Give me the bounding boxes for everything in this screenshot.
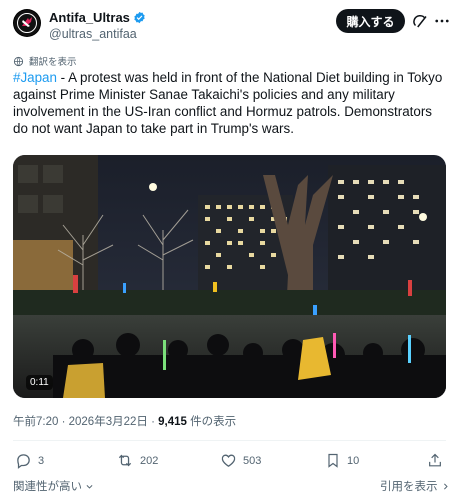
video-player[interactable] [13,155,446,398]
post-body: - A protest was held in front of the Nat… [13,70,443,136]
bookmark-button[interactable]: 10 [325,452,359,469]
repost-icon [118,454,132,467]
hashtag-link[interactable]: #Japan [13,70,57,85]
reply-button[interactable]: 3 [15,452,44,469]
like-count: 503 [243,454,262,467]
repost-button[interactable]: 202 [116,452,158,469]
post-time[interactable]: 午前7:20 [13,416,58,428]
post-text: #Japan - A protest was held in front of … [13,69,449,137]
verified-badge-icon [134,11,145,24]
sort-dropdown[interactable]: 関連性が高い [13,478,94,494]
reply-count: 3 [38,454,45,467]
divider [13,440,446,441]
repost-count: 202 [140,454,159,467]
share-button[interactable] [427,452,443,469]
chevron-right-icon [443,484,448,490]
bookmark-icon [328,453,338,468]
quotes-link[interactable]: 引用を表示 [380,478,450,494]
post-meta: 午前7:20 · 2026年3月22日 · 9,415 件の表示 [13,413,236,429]
bookmark-count: 10 [347,454,360,467]
view-count: 9,415 [158,416,187,428]
meta-separator: · [58,416,69,428]
video-duration: 0:11 [26,375,53,390]
translate-label[interactable]: 翻訳を表示 [29,54,77,68]
reply-icon [17,454,30,469]
sort-label[interactable]: 関連性が高い [13,481,82,493]
post-date[interactable]: 2026年3月22日 [69,416,148,428]
views-label: 件の表示 [186,416,237,428]
buy-button[interactable]: 購入する [336,9,405,33]
author-handle[interactable]: @ultras_antifaa [49,27,137,41]
author-name[interactable]: Antifa_Ultras [49,10,130,25]
grok-icon[interactable] [411,12,429,30]
translate-link[interactable]: 翻訳を表示 [13,54,77,68]
author-name-row[interactable]: Antifa_Ultras [49,10,146,25]
share-icon [429,453,441,467]
avatar[interactable] [13,9,41,37]
protest-video-frame [13,155,446,398]
chevron-down-icon [86,485,93,490]
heart-icon [221,454,236,467]
quotes-label[interactable]: 引用を表示 [380,481,438,493]
more-options-icon[interactable] [433,12,451,30]
like-button[interactable]: 503 [220,452,261,469]
meta-separator: · [147,416,159,428]
translate-icon [13,56,24,66]
antifa-logo-icon [14,10,40,36]
